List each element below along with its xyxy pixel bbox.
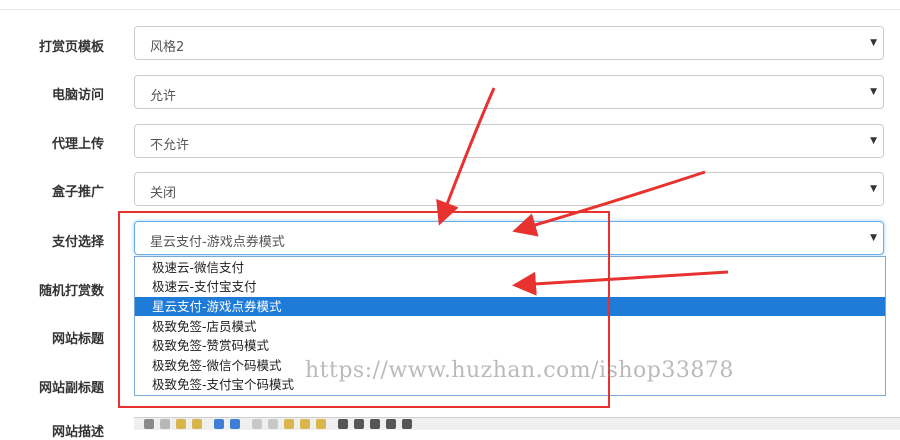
select-value: 不允许: [150, 138, 190, 153]
select-reward-template[interactable]: 风格2 ▼: [134, 26, 884, 60]
label-reward-template: 打赏页模板: [38, 40, 104, 55]
top-divider: [0, 9, 900, 10]
cut-icon[interactable]: [252, 419, 262, 429]
preview-icon[interactable]: [160, 419, 170, 429]
align-left-icon[interactable]: [338, 419, 348, 429]
label-payment-choice: 支付选择: [51, 235, 104, 250]
paste-icon[interactable]: [284, 419, 294, 429]
label-agent-upload: 代理上传: [51, 137, 104, 152]
label-site-title: 网站标题: [51, 332, 104, 347]
paste-text-icon[interactable]: [300, 419, 310, 429]
label-random-reward: 随机打赏数: [38, 284, 104, 299]
chevron-down-icon: ▼: [870, 38, 877, 48]
select-value: 风格2: [150, 40, 185, 55]
align-right-icon[interactable]: [370, 419, 380, 429]
chevron-down-icon: ▼: [870, 87, 877, 97]
chevron-down-icon: ▼: [870, 136, 877, 146]
copy-icon[interactable]: [268, 419, 278, 429]
paste-word-icon[interactable]: [316, 419, 326, 429]
select-box-promotion[interactable]: 关闭 ▼: [134, 172, 884, 206]
align-justify-icon[interactable]: [386, 419, 396, 429]
list-icon[interactable]: [402, 419, 412, 429]
undo-icon[interactable]: [214, 419, 224, 429]
label-site-subtitle: 网站副标题: [38, 381, 104, 396]
select-value: 允许: [150, 89, 177, 104]
label-box-promotion: 盒子推广: [51, 185, 104, 200]
align-center-icon[interactable]: [354, 419, 364, 429]
watermark-text: https://www.huzhan.com/ishop33878: [305, 358, 734, 383]
label-pc-access: 电脑访问: [51, 88, 104, 103]
label-site-description: 网站描述: [51, 425, 104, 440]
editor-toolbar: [134, 417, 900, 430]
edit-icon[interactable]: [176, 419, 186, 429]
select-agent-upload[interactable]: 不允许 ▼: [134, 124, 884, 158]
print-icon[interactable]: [144, 419, 154, 429]
redo-icon[interactable]: [230, 419, 240, 429]
chevron-down-icon: ▼: [870, 233, 877, 243]
select-pc-access[interactable]: 允许 ▼: [134, 75, 884, 109]
template-icon[interactable]: [192, 419, 202, 429]
select-value: 关闭: [150, 186, 177, 201]
chevron-down-icon: ▼: [870, 184, 877, 194]
